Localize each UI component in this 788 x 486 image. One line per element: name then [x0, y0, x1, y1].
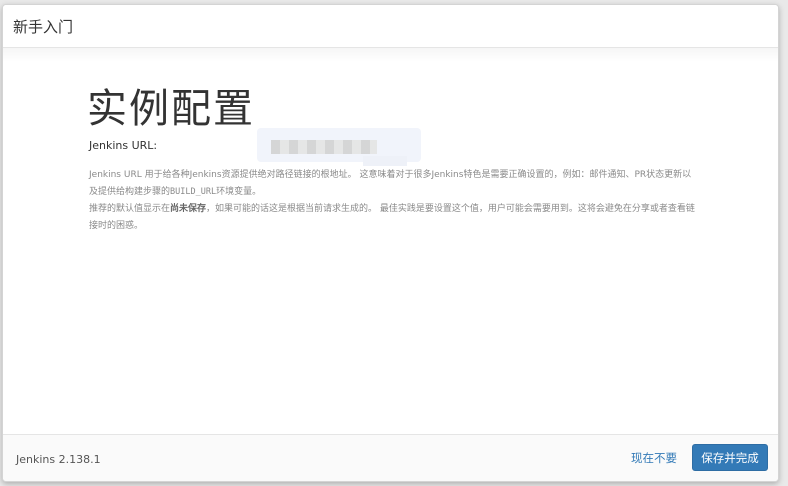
- dialog-body: 实例配置 Jenkins URL: Jenkins URL 用于给各种Jenki…: [3, 48, 778, 434]
- jenkins-url-label: Jenkins URL:: [89, 139, 158, 152]
- page-title: 实例配置: [87, 86, 255, 132]
- jenkins-version: Jenkins 2.138.1: [16, 453, 101, 466]
- help-text: Jenkins URL 用于给各种Jenkins资源提供绝对路径链接的根地址。 …: [89, 167, 699, 235]
- save-and-finish-button[interactable]: 保存并完成: [692, 444, 768, 471]
- help-text-part: 环境变量。: [216, 187, 262, 197]
- redacted-url-value: [271, 140, 377, 154]
- skip-link[interactable]: 现在不要: [631, 450, 677, 466]
- help-paragraph-2: 推荐的默认值显示在尚未保存，如果可能的话这是根据当前请求生成的。 最佳实践是要设…: [89, 201, 699, 235]
- help-text-part: 推荐的默认值显示在: [89, 204, 171, 214]
- redacted-url-value-tail: [363, 156, 407, 166]
- not-saved-bold: 尚未保存: [170, 204, 207, 214]
- dialog-title: 新手入门: [13, 17, 74, 36]
- dialog-footer: Jenkins 2.138.1 现在不要 保存并完成: [3, 434, 778, 481]
- help-paragraph-1: Jenkins URL 用于给各种Jenkins资源提供绝对路径链接的根地址。 …: [89, 167, 699, 201]
- setup-wizard-dialog: 新手入门 实例配置 Jenkins URL: Jenkins URL 用于给各种…: [2, 4, 779, 482]
- dialog-header: 新手入门: [3, 5, 778, 48]
- build-url-code: BUILD_URL: [170, 187, 217, 197]
